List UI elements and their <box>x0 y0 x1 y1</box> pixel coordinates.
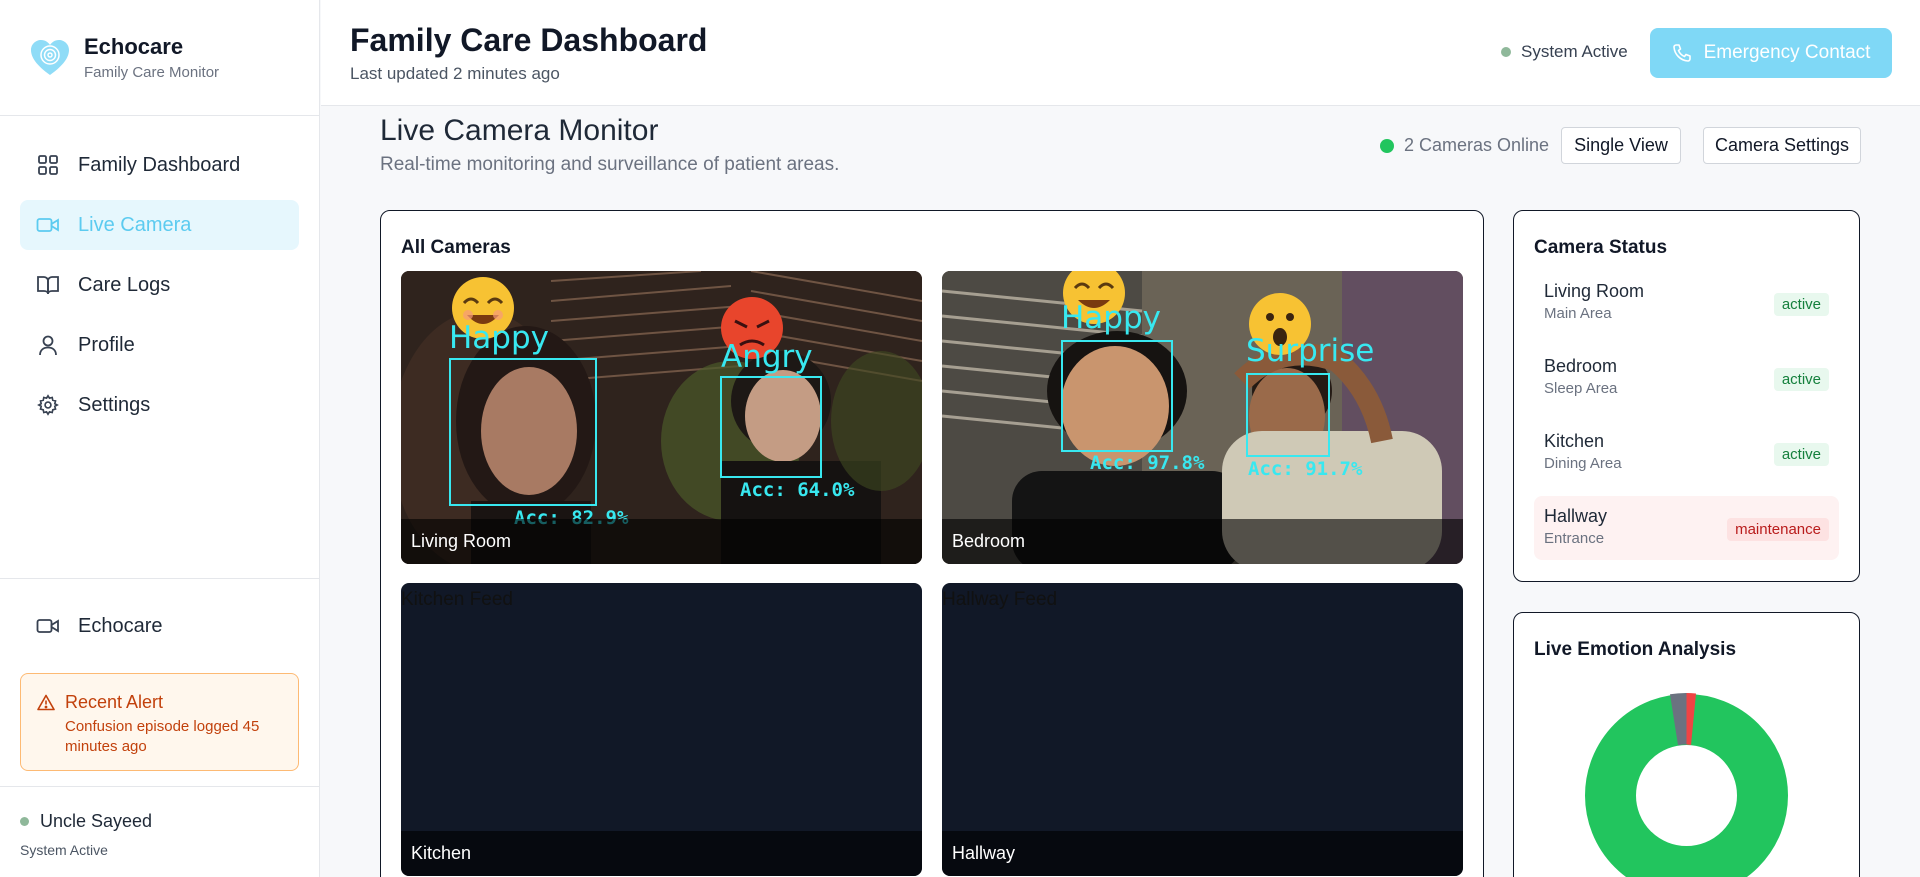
camera-status-card: Camera Status Living Room Main Area acti… <box>1513 210 1860 582</box>
grid-icon <box>36 153 60 177</box>
camera-settings-button[interactable]: Camera Settings <box>1703 127 1861 164</box>
video-camera-icon <box>36 213 60 237</box>
sidebar-nav: Family Dashboard Live Camera Care Logs P… <box>0 116 319 430</box>
camera-feed-bedroom[interactable]: Happy Surprise Acc: 97.8% Acc: 91.7% Bed… <box>942 271 1463 564</box>
emotion-analysis-card: Live Emotion Analysis <box>1513 612 1860 877</box>
gear-icon <box>36 393 60 417</box>
brand: Echocare Family Care Monitor <box>0 0 319 116</box>
donut-hole <box>1636 745 1737 846</box>
feed-placeholder: Hallway Feed <box>942 589 1058 610</box>
sidebar-app-link[interactable]: Echocare <box>20 579 299 673</box>
emergency-contact-button[interactable]: Emergency Contact <box>1650 28 1892 78</box>
status-row-bedroom[interactable]: Bedroom Sleep Area active <box>1534 346 1839 410</box>
alert-text: Confusion episode logged 45 minutes ago <box>65 718 260 755</box>
page-title: Family Care Dashboard <box>350 22 708 58</box>
nav-label: Family Dashboard <box>78 153 241 176</box>
emotion-donut-chart <box>1585 693 1788 877</box>
user-name-row: Uncle Sayeed <box>20 811 299 832</box>
alert-title: Recent Alert <box>65 692 164 712</box>
top-header: Family Care Dashboard Last updated 2 min… <box>321 0 1920 106</box>
cameras-online-label: 2 Cameras Online <box>1404 135 1550 155</box>
all-cameras-card: All Cameras Happy Angry Acc: 82.9% Acc: … <box>380 210 1484 877</box>
status-badge: maintenance <box>1727 518 1829 541</box>
video-camera-icon <box>36 614 60 638</box>
status-badge: active <box>1773 443 1829 466</box>
detection-accuracy-label: Acc: 64.0% <box>740 479 855 501</box>
nav-item-family-dashboard[interactable]: Family Dashboard <box>20 140 299 190</box>
detection-accuracy-label: Acc: 97.8% <box>1090 452 1205 474</box>
system-status-label: System Active <box>1521 42 1628 61</box>
detection-emotion-label: Happy <box>1061 300 1161 336</box>
book-icon <box>36 273 60 297</box>
brand-name: Echocare <box>84 34 184 59</box>
camera-status-title: Camera Status <box>1534 237 1668 258</box>
brand-subtitle: Family Care Monitor <box>84 64 220 81</box>
status-row-living-room[interactable]: Living Room Main Area active <box>1534 271 1839 335</box>
feed-caption: Bedroom <box>942 519 1463 564</box>
section-subtitle: Real-time monitoring and surveillance of… <box>380 154 840 175</box>
nav-label: Settings <box>78 393 151 416</box>
nav-item-profile[interactable]: Profile <box>20 320 299 370</box>
nav-label: Live Camera <box>78 213 192 236</box>
emergency-label: Emergency Contact <box>1703 42 1871 63</box>
all-cameras-title: All Cameras <box>401 237 511 258</box>
detection-emotion-label: Surprise <box>1246 333 1374 369</box>
detection-accuracy-label: Acc: 91.7% <box>1248 458 1363 480</box>
heart-logo-icon <box>31 39 69 75</box>
status-dot <box>1501 47 1511 57</box>
feed-caption: Kitchen <box>401 831 922 876</box>
user-status-dot <box>20 817 29 826</box>
feed-caption: Living Room <box>401 519 922 564</box>
online-dot <box>1380 138 1394 153</box>
nav-label: Profile <box>78 333 135 356</box>
phone-icon <box>1672 44 1691 62</box>
user-name: Uncle Sayeed <box>40 811 153 831</box>
sidebar: Echocare Family Care Monitor Family Dash… <box>0 0 320 877</box>
nav-item-live-camera[interactable]: Live Camera <box>20 200 299 250</box>
warning-icon <box>37 694 55 716</box>
feed-caption: Hallway <box>942 831 1463 876</box>
detection-emotion-label: Angry <box>721 339 813 375</box>
sidebar-bottom: Echocare Recent Alert Confusion episode … <box>0 578 319 771</box>
user-section: Uncle Sayeed System Active <box>0 786 319 858</box>
single-view-button[interactable]: Single View <box>1561 127 1681 164</box>
nav-label: Care Logs <box>78 273 171 296</box>
nav-item-settings[interactable]: Settings <box>20 380 299 430</box>
detection-emotion-label: Happy <box>449 320 549 356</box>
camera-feed-living-room[interactable]: Happy Angry Acc: 82.9% Acc: 64.0% Living… <box>401 271 922 564</box>
camera-feed-kitchen[interactable]: Kitchen Feed Kitchen <box>401 583 922 876</box>
section-title: Live Camera Monitor <box>380 114 659 147</box>
cameras-online: 2 Cameras Online <box>1380 135 1549 156</box>
status-row-kitchen[interactable]: Kitchen Dining Area active <box>1534 421 1839 485</box>
emotion-analysis-title: Live Emotion Analysis <box>1534 639 1737 660</box>
status-badge: active <box>1773 293 1829 316</box>
last-updated: Last updated 2 minutes ago <box>350 64 560 83</box>
nav-item-care-logs[interactable]: Care Logs <box>20 260 299 310</box>
camera-feed-hallway[interactable]: Hallway Feed Hallway <box>942 583 1463 876</box>
sidebar-app-label: Echocare <box>78 614 163 637</box>
system-status: System Active <box>1501 42 1628 62</box>
recent-alert[interactable]: Recent Alert Confusion episode logged 45… <box>20 673 299 771</box>
user-status: System Active <box>20 842 108 858</box>
user-icon <box>36 333 60 357</box>
status-badge: active <box>1773 368 1829 391</box>
status-row-hallway[interactable]: Hallway Entrance maintenance <box>1534 496 1839 560</box>
feed-placeholder: Kitchen Feed <box>401 589 513 610</box>
